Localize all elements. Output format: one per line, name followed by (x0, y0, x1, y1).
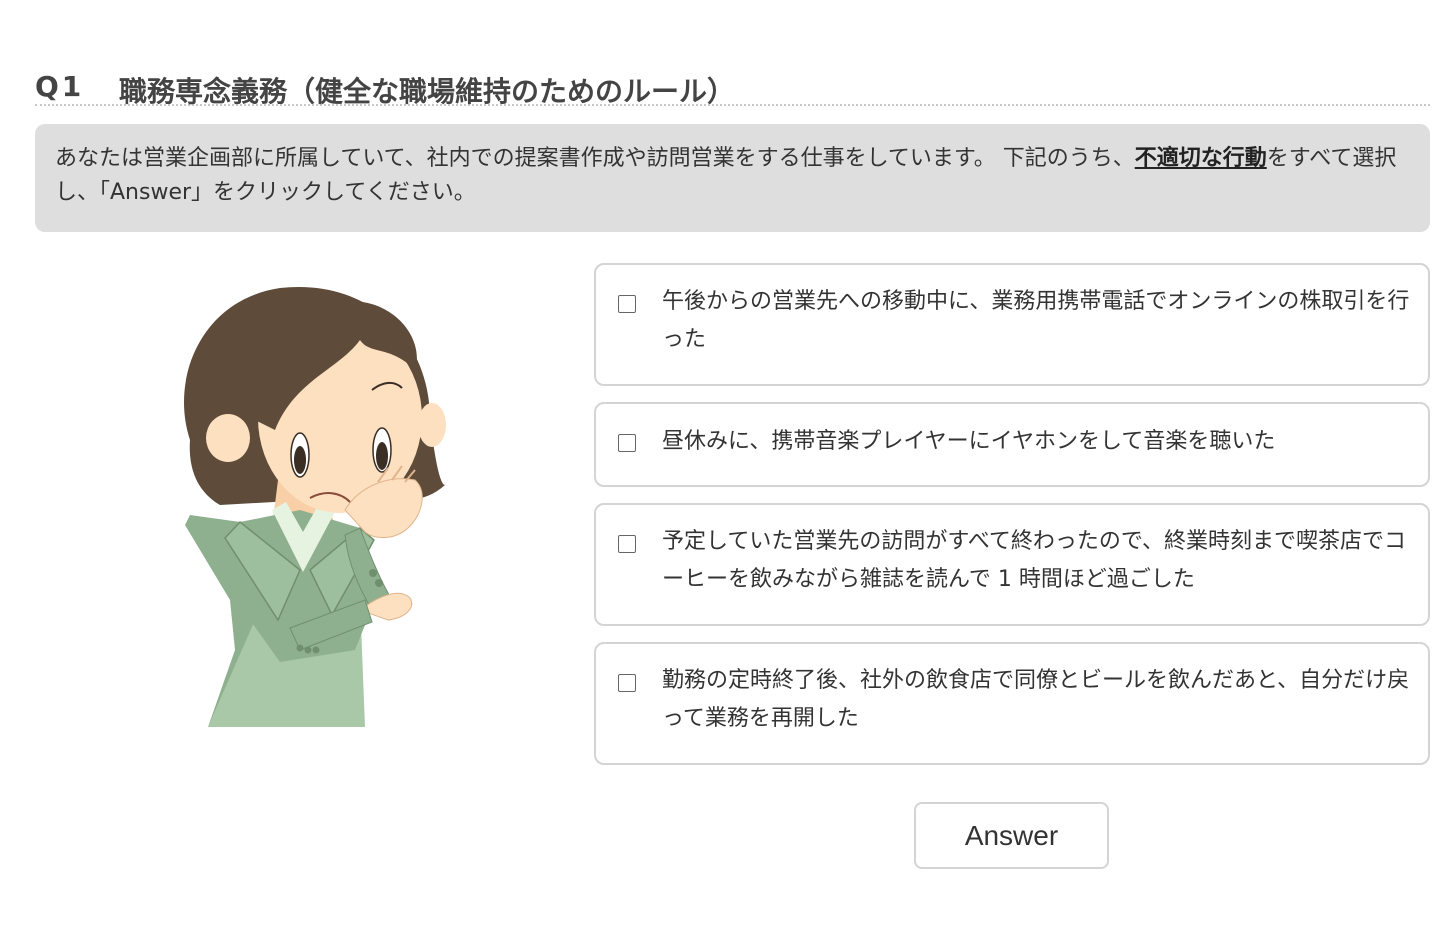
option-1-checkbox[interactable] (618, 295, 636, 313)
question-title: 職務専念義務（健全な職場維持のためのルール） (119, 75, 736, 108)
woman-illustration-svg (184, 286, 446, 727)
question-header: Q1 職務専念義務（健全な職場維持のためのルール） (35, 64, 1430, 108)
woman-thinking-illustration (160, 270, 460, 735)
option-3-checkbox[interactable] (618, 535, 636, 553)
instruction-box: あなたは営業企画部に所属していて、社内での提案書作成や訪問営業をする仕事をしてい… (35, 124, 1430, 232)
option-2-label: 昼休みに、携帯音楽プレイヤーにイヤホンをして音楽を聴いた (662, 429, 1276, 454)
option-4-label: 勤務の定時終了後、社外の飲食店で同僚とビールを飲んだあと、自分だけ戻って業務を再… (662, 668, 1410, 731)
option-1[interactable]: 午後からの営業先への移動中に、業務用携帯電話でオンラインの株取引を行った (594, 263, 1430, 386)
option-3[interactable]: 予定していた営業先の訪問がすべて終わったので、終業時刻まで喫茶店でコーヒーを飲み… (594, 503, 1430, 626)
option-4[interactable]: 勤務の定時終了後、社外の飲食店で同僚とビールを飲んだあと、自分だけ戻って業務を再… (594, 642, 1430, 765)
option-2-checkbox[interactable] (618, 434, 636, 452)
instruction-emphasis: 不適切な行動 (1134, 146, 1267, 171)
option-4-checkbox[interactable] (618, 674, 636, 692)
option-3-label: 予定していた営業先の訪問がすべて終わったので、終業時刻まで喫茶店でコーヒーを飲み… (662, 529, 1407, 592)
question-number: Q1 (35, 70, 85, 103)
option-1-label: 午後からの営業先への移動中に、業務用携帯電話でオンラインの株取引を行った (662, 289, 1410, 352)
instruction-text-before: あなたは営業企画部に所属していて、社内での提案書作成や訪問営業をする仕事をしてい… (55, 146, 1135, 171)
option-2[interactable]: 昼休みに、携帯音楽プレイヤーにイヤホンをして音楽を聴いた (594, 402, 1430, 487)
answer-button[interactable]: Answer (914, 802, 1109, 869)
